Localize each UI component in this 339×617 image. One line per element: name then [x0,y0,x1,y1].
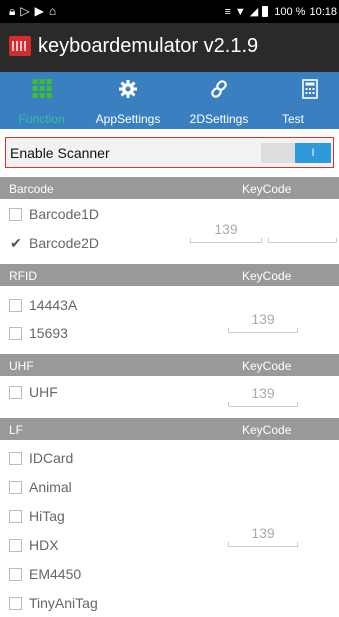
lf-keycode-input[interactable]: 139 [228,524,298,547]
tab-test-label: Test [282,112,305,126]
status-bar: 🔒︎▷▶⌂ ≡ ▼ ◢ 100 % 10:18 [0,0,339,23]
enable-scanner-label: Enable Scanner [10,145,110,161]
section-title: RFID [9,269,37,283]
tab-bar: Function AppSettings 2DSettings Test [0,72,339,129]
section-header-lf: LF KeyCode [0,418,339,440]
checkbox-icon[interactable] [9,510,22,523]
section-header-uhf: UHF KeyCode [0,354,339,376]
checkbox-label: IDCard [29,450,74,466]
keycode-header: KeyCode [242,182,292,196]
grid-icon [32,79,51,98]
notification-icons: 🔒︎▷▶⌂ [9,4,61,19]
keycode-header: KeyCode [242,269,292,283]
checkbox-label: Barcode2D [29,235,100,251]
rfid-keycode-input[interactable]: 139 [228,310,298,333]
tab-test[interactable]: Test [270,72,339,129]
keyboard-icon [9,36,31,56]
app-bar: keyboardemulator v2.1.9 [0,23,339,72]
checkbox-label: Barcode1D [29,206,100,222]
tab-function[interactable]: Function [0,72,83,129]
section-title: UHF [9,359,34,373]
checkbox-label: HDX [29,537,59,553]
checkbox-label: UHF [29,384,58,400]
checkbox-icon[interactable] [9,208,22,221]
section-title: LF [9,423,24,437]
gear-icon [119,80,137,98]
section-title: Barcode [9,182,54,196]
checkbox-icon[interactable] [9,452,22,465]
section-header-rfid: RFID KeyCode [0,264,339,286]
keycode-header: KeyCode [242,359,292,373]
tab-appsettings-label: AppSettings [95,112,161,126]
robot-icon: ⌂ [48,4,62,18]
section-header-barcode: Barcode KeyCode [0,177,339,199]
checkbox-icon[interactable] [9,568,22,581]
battery-percent: 100 % [274,5,306,18]
barcode-keycode-input[interactable]: 139 [190,220,262,243]
vibrate-icon: ≡ [224,5,231,18]
lock-icon: 🔒︎ [9,4,21,18]
checkbox-icon[interactable] [9,327,22,340]
uhf-keycode-input[interactable]: 139 [228,384,298,407]
checkbox-icon[interactable] [9,539,22,552]
no-signal-icon: ◢ [249,6,259,18]
battery-icon [262,6,269,17]
checkbox-label: HiTag [29,508,65,524]
tab-function-label: Function [18,112,65,126]
barcode-second-input[interactable] [268,220,337,243]
checkbox-label: EM4450 [29,566,82,582]
checkbox-icon[interactable] [9,299,22,312]
switch-knob: I [295,143,331,163]
checkbox-label: 14443A [29,297,78,313]
link-icon [211,80,227,98]
system-icons: ≡ ▼ ◢ 100 % 10:18 [224,5,337,19]
enable-scanner-row: Enable Scanner I [5,137,334,168]
checkbox-label: TinyAniTag [29,595,98,611]
checkbox-icon[interactable] [9,481,22,494]
app-title: keyboardemulator v2.1.9 [38,35,259,57]
keycode-header: KeyCode [242,423,292,437]
tab-appsettings[interactable]: AppSettings [83,72,173,129]
checkbox-label: Animal [29,479,72,495]
enable-scanner-switch[interactable]: I [261,143,331,163]
tab-2dsettings[interactable]: 2DSettings [173,72,265,129]
wifi-icon: ▼ [234,5,246,18]
checkbox-label: 15693 [29,325,68,341]
calculator-icon [302,79,318,99]
play-icon: ▶ [34,4,49,18]
clock: 10:18 [309,5,337,18]
tab-2dsettings-label: 2DSettings [189,112,249,126]
play-store-icon: ▷ [20,4,35,18]
checkbox-icon[interactable] [9,386,22,399]
checkbox-checked-icon[interactable] [9,235,22,252]
checkbox-icon[interactable] [9,597,22,610]
